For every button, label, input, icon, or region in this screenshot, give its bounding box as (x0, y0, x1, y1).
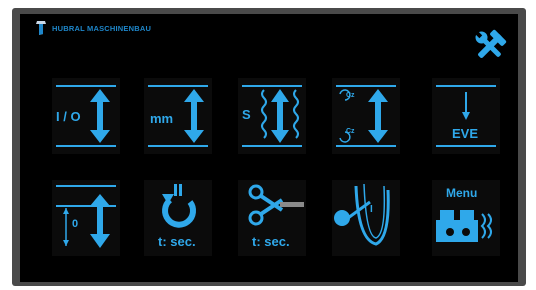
eve-label: EVE (452, 126, 479, 141)
cycle-bottom-label: Cz (346, 128, 355, 135)
cycle-top-label: Cz (346, 92, 355, 99)
menu-button[interactable]: Menu (432, 180, 500, 256)
cut-timer-label: t: sec. (252, 234, 290, 249)
zero-arrow-icon (56, 185, 116, 248)
eve-button[interactable]: EVE (432, 78, 500, 154)
io-stroke-button[interactable]: I / O (52, 78, 120, 154)
mm-stroke-button[interactable]: mm (144, 78, 212, 154)
bend-gauge-icon (334, 183, 390, 246)
settings-button[interactable] (470, 28, 510, 64)
cycle-arrow-icon (336, 85, 396, 147)
io-label: I / O (56, 109, 81, 124)
return-timer-button[interactable]: t: sec. (144, 180, 212, 256)
return-timer-label: t: sec. (158, 234, 196, 249)
spring-label: S (242, 107, 251, 122)
spring-stroke-button[interactable]: S (238, 78, 306, 154)
brand-header: HUBRAL MASCHINENBAU (34, 20, 151, 36)
cut-timer-button[interactable]: t: sec. (238, 180, 306, 256)
bend-label: I (370, 204, 373, 215)
bend-button[interactable]: I (332, 180, 400, 256)
company-logo-icon (36, 21, 46, 35)
menu-label: Menu (446, 186, 478, 200)
brand-name: HUBRAL MASCHINENBAU (52, 23, 152, 33)
zero-stroke-button[interactable]: 0 (52, 180, 120, 256)
eve-arrow-icon (436, 85, 496, 147)
mm-label: mm (150, 111, 174, 126)
tools-icon (475, 29, 507, 58)
zero-label: 0 (72, 218, 79, 230)
cycle-stroke-button[interactable]: Cz Cz (332, 78, 400, 154)
hmi-screen: HUBRAL MASCHINENBAU I / O mm S Cz Cz EVE… (20, 14, 518, 282)
